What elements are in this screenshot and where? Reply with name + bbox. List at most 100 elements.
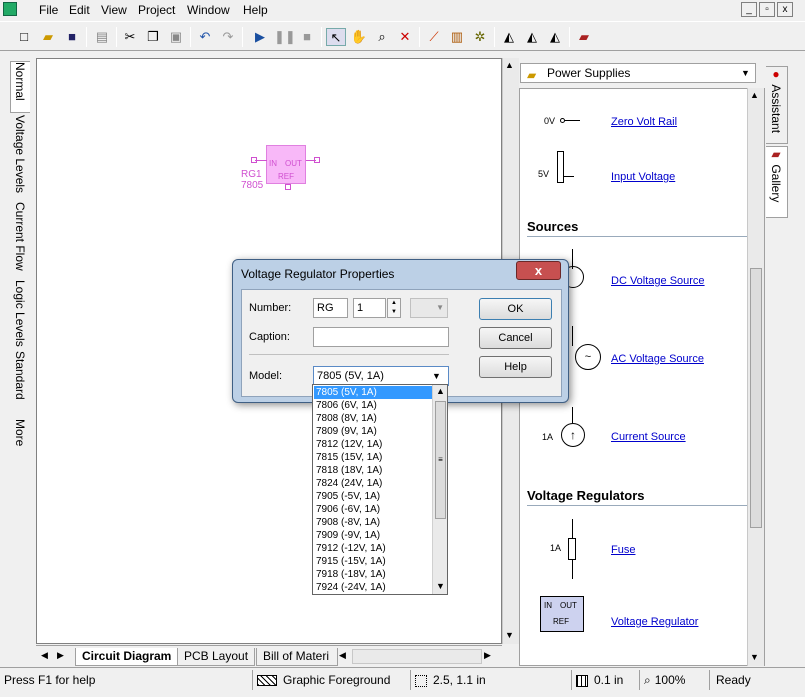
model-option[interactable]: 7806 (6V, 1A) [314, 399, 432, 412]
hand-icon[interactable]: ✋ [349, 28, 369, 46]
model-option[interactable]: 7905 (-5V, 1A) [314, 490, 432, 503]
hscroll-right-icon[interactable]: ▶ [484, 650, 491, 661]
model-option[interactable]: 7805 (5V, 1A) [314, 386, 432, 399]
tab-assistant[interactable]: ● Assistant [766, 66, 788, 144]
tab-normal[interactable]: Normal [10, 61, 30, 113]
open-icon[interactable]: ▰ [38, 28, 58, 46]
undo-icon[interactable]: ↶ [195, 28, 215, 46]
tab-pcb-layout[interactable]: PCB Layout [177, 648, 256, 666]
play-icon[interactable]: ▶ [250, 28, 270, 46]
components-icon[interactable]: ▥ [447, 28, 467, 46]
hscroll-left-icon[interactable]: ◀ [339, 650, 346, 661]
number-value-field[interactable]: 1 [353, 298, 386, 318]
menu-help[interactable]: Help [243, 3, 268, 17]
pin-out-terminal[interactable] [314, 157, 320, 163]
model-option[interactable]: 7818 (18V, 1A) [314, 464, 432, 477]
tab-standard[interactable]: Standard [10, 351, 30, 407]
gallery-item-input-voltage[interactable]: Input Voltage [611, 171, 675, 183]
number-spinner[interactable]: ▲ ▼ [387, 298, 401, 318]
model-option[interactable]: 7809 (9V, 1A) [314, 425, 432, 438]
model-option[interactable]: 7812 (12V, 1A) [314, 438, 432, 451]
scroll-up-icon[interactable]: ▲ [505, 60, 514, 70]
gallery-item-fuse[interactable]: Fuse [611, 544, 635, 556]
delete-icon[interactable]: ✕ [395, 28, 415, 46]
close-document-button[interactable]: x [777, 2, 793, 17]
model-option[interactable]: 7918 (-18V, 1A) [314, 568, 432, 581]
model-select[interactable]: 7805 (5V, 1A) ▼ [313, 366, 449, 386]
pin-ref-terminal[interactable] [285, 184, 291, 190]
tab-logic-levels[interactable]: Logic Levels [10, 280, 30, 348]
menu-edit[interactable]: Edit [69, 3, 90, 17]
bom-icon[interactable]: ◭ [522, 28, 542, 46]
chevron-down-icon[interactable]: ▼ [741, 64, 750, 82]
help-button[interactable]: Help [479, 356, 552, 378]
gallery-item-dc-voltage-source[interactable]: DC Voltage Source [611, 275, 705, 287]
redo-icon[interactable]: ↷ [218, 28, 238, 46]
menu-file[interactable]: File [39, 3, 58, 17]
probe-icon[interactable]: ⟋ [424, 28, 444, 46]
model-dropdown-list[interactable]: 7805 (5V, 1A) 7806 (6V, 1A) 7808 (8V, 1A) 7… [312, 384, 448, 595]
menu-project[interactable]: Project [138, 3, 175, 17]
tab-next-icon[interactable]: ▶ [57, 650, 64, 661]
save-icon[interactable]: ■ [62, 28, 82, 46]
cut-icon[interactable]: ✂ [120, 28, 140, 46]
tab-voltage-levels[interactable]: Voltage Levels [10, 115, 30, 200]
paste-icon[interactable]: ▣ [166, 28, 186, 46]
logic-icon[interactable]: ✲ [470, 28, 490, 46]
zero-volt-lead [565, 120, 580, 121]
pointer-icon[interactable]: ↖ [326, 28, 346, 46]
tab-more[interactable]: More [10, 419, 30, 459]
gallery-icon[interactable]: ◭ [545, 28, 565, 46]
book-icon[interactable]: ▰ [574, 28, 594, 46]
new-icon[interactable]: □ [14, 28, 34, 46]
cancel-button[interactable]: Cancel [479, 327, 552, 349]
tab-bill-of-materials[interactable]: Bill of Materi [256, 648, 338, 666]
side-panel-tabs: ● Assistant ▰ Gallery [765, 58, 805, 666]
gallery-scroll-down-icon[interactable]: ▼ [750, 652, 759, 662]
gallery-item-voltage-regulator[interactable]: Voltage Regulator [611, 616, 698, 628]
scroll-down-icon[interactable]: ▼ [505, 630, 514, 640]
caption-field[interactable] [313, 327, 449, 347]
model-option[interactable]: 7915 (-15V, 1A) [314, 555, 432, 568]
list-scroll-down-icon[interactable]: ▼ [436, 581, 445, 591]
gallery-scrollbar[interactable]: ▲ ▼ [747, 88, 764, 666]
model-option[interactable]: 7924 (-24V, 1A) [314, 581, 432, 594]
model-list-scrollbar[interactable]: ▲ ≡ ▼ [432, 385, 447, 594]
menu-window[interactable]: Window [187, 3, 230, 17]
tab-gallery[interactable]: ▰ Gallery [766, 146, 788, 218]
ok-button[interactable]: OK [479, 298, 552, 320]
restore-button[interactable]: ▫ [759, 2, 775, 17]
gallery-item-zero-volt-rail[interactable]: Zero Volt Rail [611, 116, 677, 128]
gallery-item-current-source[interactable]: Current Source [611, 431, 686, 443]
tab-prev-icon[interactable]: ◀ [41, 650, 48, 661]
horizontal-scrollbar[interactable] [352, 649, 482, 664]
tab-circuit-diagram[interactable]: Circuit Diagram [75, 648, 179, 666]
pause-icon[interactable]: ❚❚ [274, 28, 296, 46]
model-chevron-down-icon[interactable]: ▼ [432, 367, 441, 385]
dialog-close-button[interactable]: x [516, 261, 561, 280]
model-option[interactable]: 7906 (-6V, 1A) [314, 503, 432, 516]
model-option[interactable]: 7815 (15V, 1A) [314, 451, 432, 464]
gallery-item-ac-voltage-source[interactable]: AC Voltage Source [611, 353, 704, 365]
gallery-scroll-up-icon[interactable]: ▲ [750, 90, 759, 100]
ruler-icon[interactable]: ◭ [499, 28, 519, 46]
model-option[interactable]: 7909 (-9V, 1A) [314, 529, 432, 542]
tab-current-flow[interactable]: Current Flow [10, 202, 30, 278]
number-prefix-field[interactable]: RG [313, 298, 348, 318]
model-option[interactable]: 7824 (24V, 1A) [314, 477, 432, 490]
print-icon[interactable]: ▤ [92, 28, 112, 46]
pin-in-terminal[interactable] [251, 157, 257, 163]
regulator-component[interactable]: IN OUT REF [266, 145, 306, 184]
list-scroll-thumb[interactable]: ≡ [435, 401, 446, 519]
copy-icon[interactable]: ❐ [143, 28, 163, 46]
menu-view[interactable]: View [101, 3, 127, 17]
model-option[interactable]: 7808 (8V, 1A) [314, 412, 432, 425]
model-option[interactable]: 7912 (-12V, 1A) [314, 542, 432, 555]
minimize-button[interactable]: _ [741, 2, 757, 17]
zoom-icon[interactable]: ⌕ [372, 28, 392, 46]
model-option[interactable]: 7908 (-8V, 1A) [314, 516, 432, 529]
gallery-category-select[interactable]: ▰ Power Supplies ▼ [520, 63, 756, 83]
gallery-scroll-thumb[interactable] [750, 268, 762, 528]
stop-icon[interactable]: ■ [297, 28, 317, 46]
list-scroll-up-icon[interactable]: ▲ [436, 386, 445, 396]
